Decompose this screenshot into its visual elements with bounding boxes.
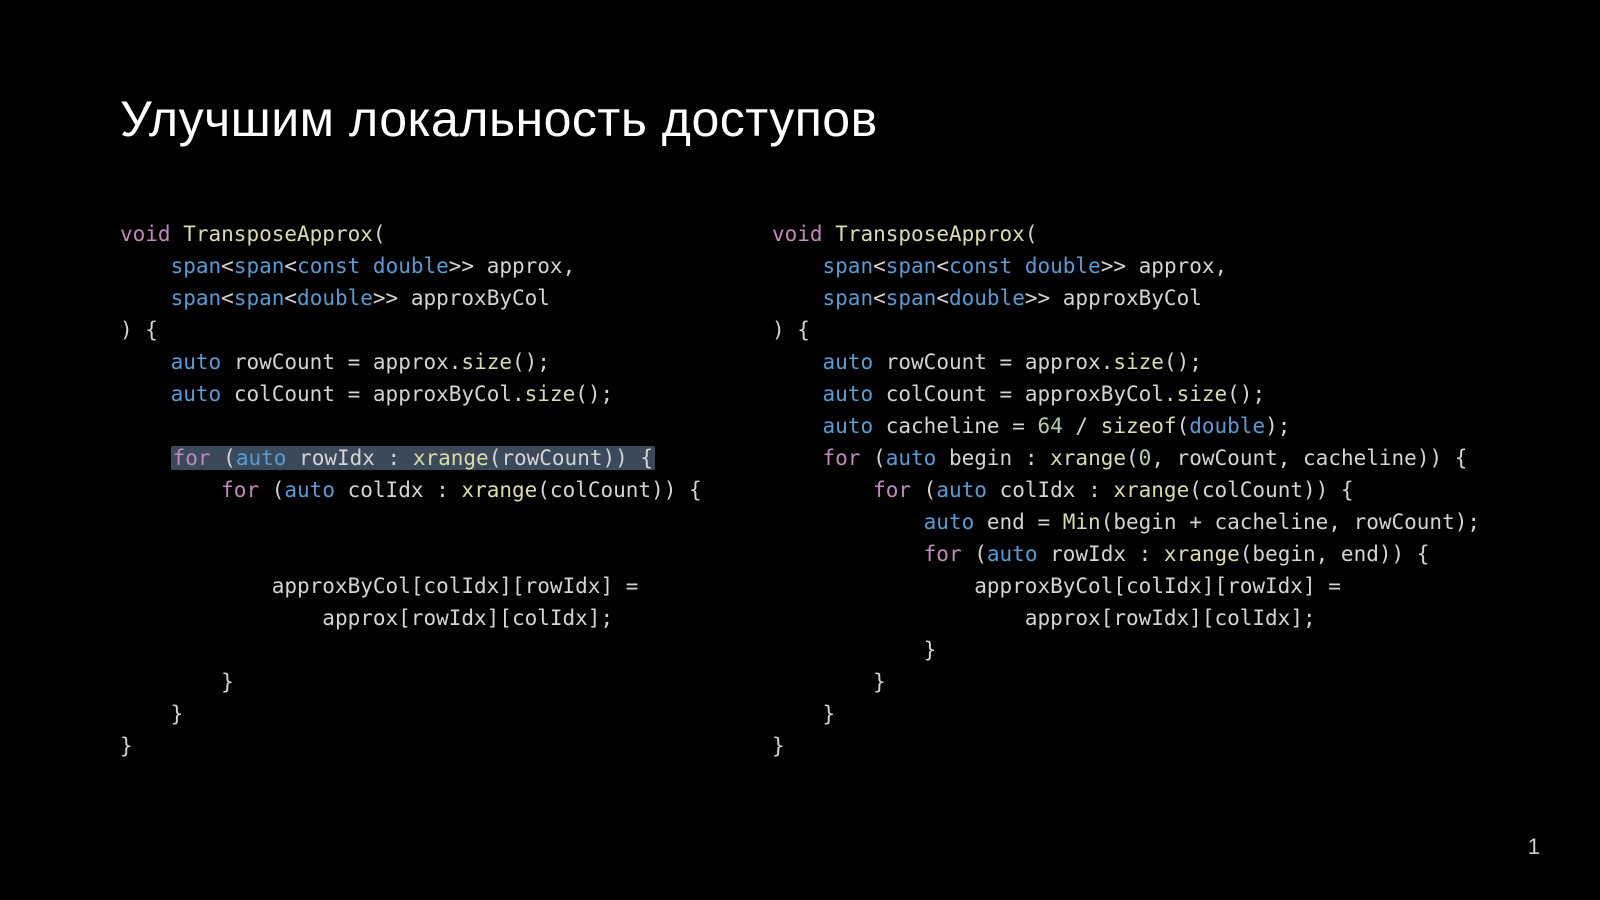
page-number: 1 bbox=[1528, 834, 1540, 860]
code-block-right: void TransposeApprox( span<span<const do… bbox=[772, 218, 1480, 762]
code-left-column: void TransposeApprox( span<span<const do… bbox=[120, 218, 712, 762]
slide: Улучшим локальность доступов void Transp… bbox=[0, 0, 1600, 900]
code-block-left: void TransposeApprox( span<span<const do… bbox=[120, 218, 712, 762]
code-right-column: void TransposeApprox( span<span<const do… bbox=[772, 218, 1480, 762]
code-columns: void TransposeApprox( span<span<const do… bbox=[120, 218, 1480, 762]
highlighted-line: for (auto rowIdx : xrange(rowCount)) { bbox=[171, 446, 656, 470]
slide-title: Улучшим локальность доступов bbox=[120, 90, 1480, 148]
